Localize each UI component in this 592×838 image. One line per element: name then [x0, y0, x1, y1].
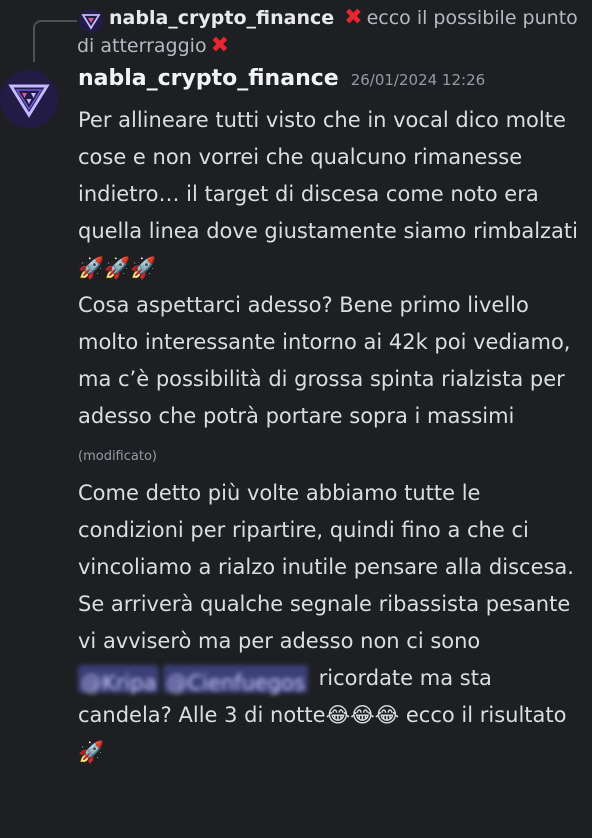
nabla-logo-icon [8, 84, 50, 118]
rocket-emoji: 🚀🚀🚀 [78, 256, 157, 280]
message-paragraph: Cosa aspettarci adesso? Bene primo livel… [78, 293, 571, 464]
message-paragraph: @Kripa @Cienfuegos ricordate ma sta cande… [78, 665, 567, 764]
message-body: Per allineare tutti visto che in vocal d… [78, 102, 592, 771]
message-paragraph: Come detto più volte abbiamo tutte le co… [78, 481, 574, 653]
user-mention[interactable]: @Cienfuegos [163, 665, 308, 695]
cross-mark-icon: ✖ [210, 33, 230, 58]
message-paragraph: Per allineare tutti visto che in vocal d… [78, 108, 578, 280]
timestamp: 26/01/2024 12:26 [350, 71, 486, 89]
user-mention[interactable]: @Kripa [78, 665, 160, 695]
rocket-emoji: 🚀 [78, 740, 105, 764]
laughing-emoji: 😂😂😂 [325, 703, 400, 727]
message-header: nabla_crypto_finance 26/01/2024 12:26 [78, 66, 485, 102]
author-name[interactable]: nabla_crypto_finance [78, 66, 339, 91]
reply-author[interactable]: nabla_crypto_finance [109, 7, 334, 29]
reply-connector [33, 20, 77, 62]
edited-label: (modificato) [78, 449, 157, 464]
cross-mark-icon: ✖ [344, 5, 363, 30]
avatar[interactable] [0, 70, 58, 128]
reply-preview[interactable]: nabla_crypto_finance ✖ ecco il possibile p… [0, 0, 592, 62]
